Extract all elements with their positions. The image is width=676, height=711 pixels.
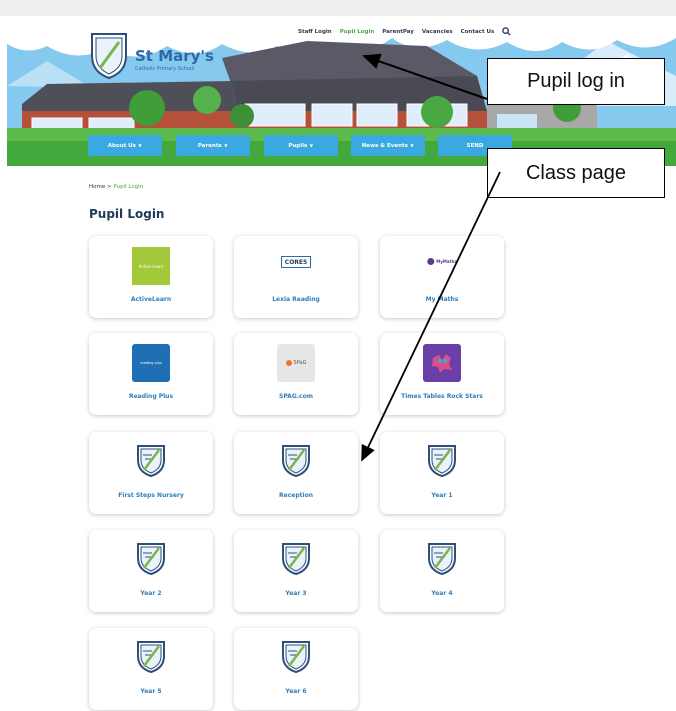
page-title: Pupil Login (89, 207, 165, 221)
nav-parents[interactable]: Parents ∨ (176, 135, 250, 156)
card-label: SPAG.com (279, 393, 313, 400)
card-year-1[interactable]: Year 1 (380, 432, 504, 514)
breadcrumb: Home > Pupil Login (89, 184, 143, 190)
mymaths-logo: MyMaths (427, 258, 457, 265)
school-crest-icon (136, 444, 166, 482)
rockstar-character-icon (432, 354, 452, 373)
nav-about-us[interactable]: About Us ∨ (88, 135, 162, 156)
card-first-steps-nursery[interactable]: First Steps Nursery (89, 432, 213, 514)
school-crest-icon (136, 640, 166, 678)
lexia-logo-text: CORE5 (284, 258, 308, 266)
school-crest-icon (281, 640, 311, 678)
card-label: Year 4 (431, 590, 453, 597)
school-name[interactable]: St Mary's (135, 47, 214, 65)
spag-logo: SPaG (277, 344, 315, 382)
card-label: Times Tables Rock Stars (401, 393, 483, 400)
search-icon[interactable] (502, 27, 511, 36)
card-year-2[interactable]: Year 2 (89, 530, 213, 612)
card-label: Year 3 (285, 590, 307, 597)
top-link-staff-login[interactable]: Staff Login (298, 29, 332, 35)
school-subtitle: Catholic Primary School (135, 66, 195, 72)
mymaths-logo-text: MyMaths (436, 259, 457, 264)
spag-logo-text: SPaG (293, 360, 307, 366)
reading-plus-logo: reading plus (132, 344, 170, 382)
activelearn-logo: Active Learn (132, 247, 170, 285)
top-link-parentpay[interactable]: ParentPay (382, 29, 414, 35)
school-crest-icon (281, 444, 311, 482)
mymaths-dot-icon (427, 258, 435, 265)
ttrockstars-logo (423, 344, 461, 382)
school-crest-icon (136, 542, 166, 580)
top-link-vacancies[interactable]: Vacancies (422, 29, 453, 35)
card-year-6[interactable]: Year 6 (234, 628, 358, 710)
school-crest-icon (427, 444, 457, 482)
card-lexia-reading[interactable]: CORE5 Lexia Reading (234, 236, 358, 318)
activelearn-logo-text: Active Learn (138, 263, 164, 269)
card-year-5[interactable]: Year 5 (89, 628, 213, 710)
reading-plus-logo-text: reading plus (140, 361, 162, 365)
card-reading-plus[interactable]: reading plus Reading Plus (89, 333, 213, 415)
lexia-core5-logo: CORE5 (281, 256, 311, 268)
breadcrumb-home[interactable]: Home (89, 184, 105, 190)
nav-news-events[interactable]: News & Events ∨ (351, 135, 425, 156)
top-links: Staff Login Pupil Login ParentPay Vacanc… (298, 27, 511, 36)
card-label: Lexia Reading (272, 296, 320, 303)
card-year-4[interactable]: Year 4 (380, 530, 504, 612)
card-label: My Maths (425, 296, 459, 303)
card-label: Year 2 (140, 590, 162, 597)
browser-top-strip (0, 0, 676, 16)
card-label: Year 6 (285, 688, 307, 695)
card-label: Reading Plus (128, 393, 174, 400)
card-spag[interactable]: SPaG SPAG.com (234, 333, 358, 415)
top-link-pupil-login[interactable]: Pupil Login (340, 29, 375, 35)
spag-circle-icon (285, 360, 292, 366)
card-year-3[interactable]: Year 3 (234, 530, 358, 612)
card-label: ActiveLearn (130, 296, 172, 303)
card-label: Reception (279, 492, 313, 499)
card-reception[interactable]: Reception (234, 432, 358, 514)
top-link-contact-us[interactable]: Contact Us (461, 29, 495, 35)
annotation-class-page: Class page (487, 148, 665, 198)
card-activelearn[interactable]: Active Learn ActiveLearn (89, 236, 213, 318)
school-crest-icon (427, 542, 457, 580)
annotation-pupil-login: Pupil log in (487, 58, 665, 105)
card-label: Year 1 (431, 492, 453, 499)
card-label: Year 5 (140, 688, 162, 695)
card-my-maths[interactable]: MyMaths My Maths (380, 236, 504, 318)
breadcrumb-current: Pupil Login (113, 184, 144, 190)
card-label: First Steps Nursery (118, 492, 184, 499)
nav-pupils[interactable]: Pupils ∨ (264, 135, 338, 156)
card-times-tables-rock-stars[interactable]: Times Tables Rock Stars (380, 333, 504, 415)
school-crest-icon (281, 542, 311, 580)
